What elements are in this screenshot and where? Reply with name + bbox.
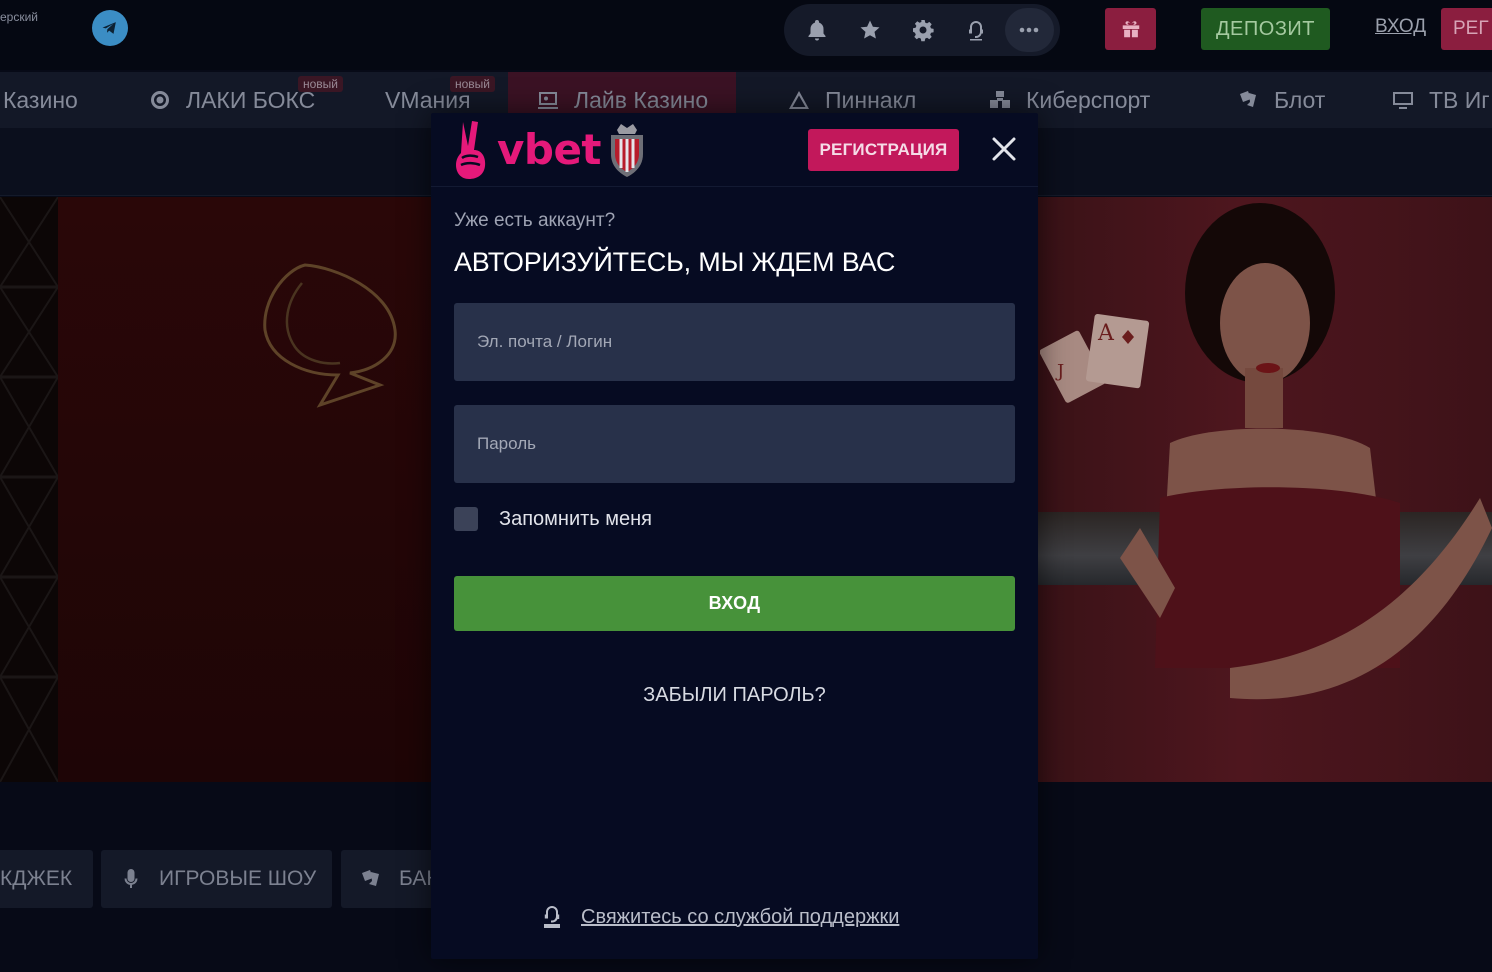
remember-checkbox[interactable] — [454, 507, 478, 531]
victory-hand-logo — [456, 121, 486, 179]
password-input[interactable] — [454, 405, 1015, 483]
forgot-password-link[interactable]: ЗАБЫЛИ ПАРОЛЬ? — [431, 684, 1038, 707]
support-agent-icon — [544, 906, 560, 928]
support-link[interactable]: Свяжитесь со службой поддержки — [541, 903, 899, 931]
login-input[interactable] — [454, 303, 1015, 381]
remember-label: Запомнить меня — [499, 507, 653, 530]
login-modal: vbet РЕГИСТРАЦИЯ Уже есть аккаунт? АВТОР… — [431, 113, 1038, 959]
remember-me[interactable]: Запомнить меня — [454, 506, 652, 532]
vbet-logo: vbet — [497, 125, 602, 174]
register-button[interactable]: РЕГИСТРАЦИЯ — [808, 129, 959, 171]
support-link-label: Свяжитесь со службой поддержки — [581, 905, 900, 928]
modal-subtitle: Уже есть аккаунт? — [454, 210, 616, 231]
close-icon[interactable] — [988, 133, 1020, 165]
modal-header: vbet РЕГИСТРАЦИЯ — [431, 113, 1038, 187]
login-submit-button[interactable]: ВХОД — [454, 576, 1015, 631]
monaco-crest-logo — [611, 124, 643, 177]
modal-title: АВТОРИЗУЙТЕСЬ, МЫ ЖДЕМ ВАС — [454, 247, 896, 277]
